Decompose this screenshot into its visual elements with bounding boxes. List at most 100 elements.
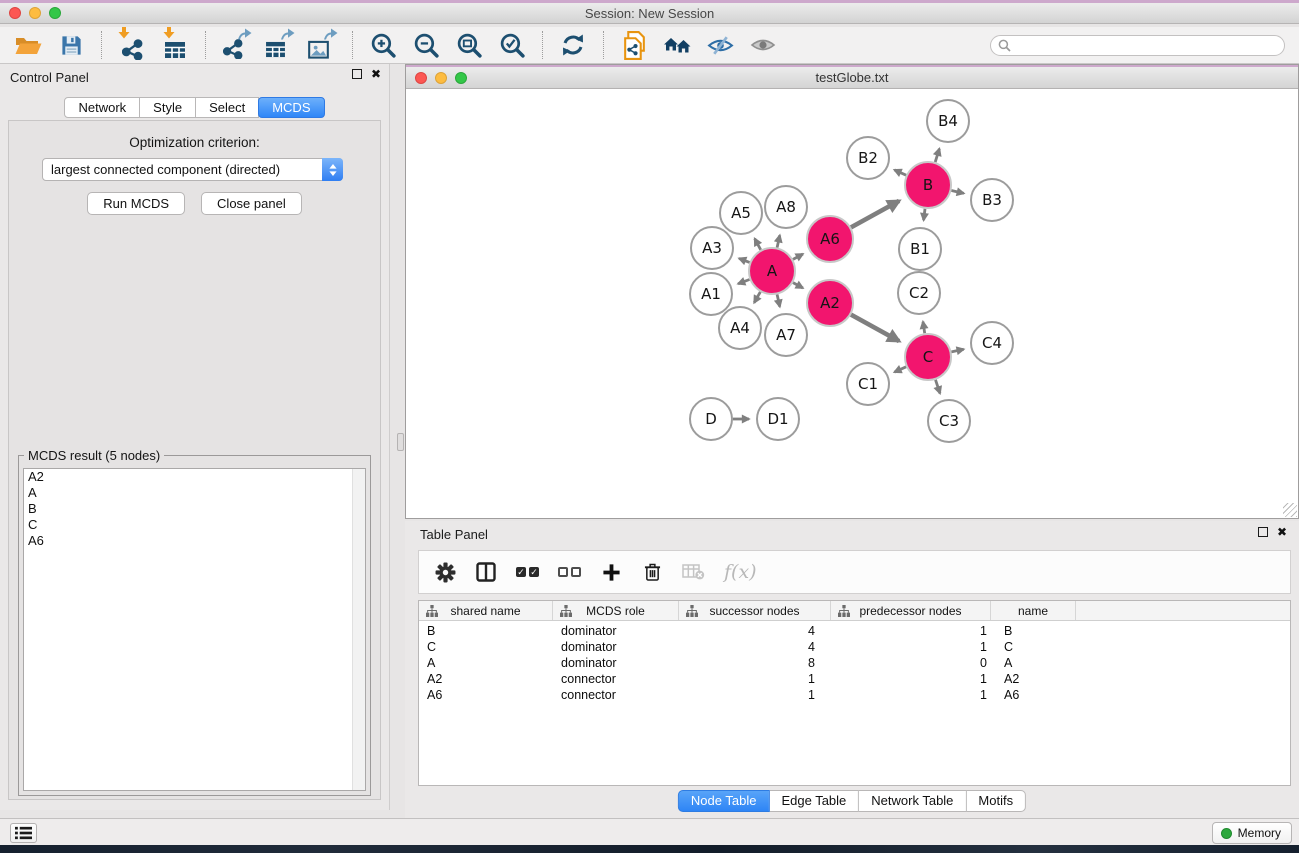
graph-edge[interactable] — [851, 201, 899, 228]
tab-select[interactable]: Select — [196, 97, 259, 118]
column-header-name[interactable]: name — [991, 601, 1076, 620]
criterion-dropdown[interactable]: largest connected component (directed) — [42, 158, 343, 181]
run-mcds-button[interactable]: Run MCDS — [87, 192, 185, 215]
float-table-panel-icon[interactable] — [1258, 527, 1268, 537]
graph-edge[interactable] — [924, 209, 925, 220]
graph-edge[interactable] — [793, 283, 803, 288]
float-panel-icon[interactable] — [352, 69, 362, 79]
result-item[interactable]: A2 — [24, 469, 365, 485]
table-cell[interactable]: 0 — [831, 656, 991, 670]
table-cell[interactable]: 1 — [831, 640, 991, 654]
tab-node-table[interactable]: Node Table — [678, 790, 770, 812]
table-row[interactable]: Bdominator41B — [419, 623, 1290, 639]
table-cell[interactable]: 4 — [679, 624, 831, 638]
graph-node-A4[interactable]: A4 — [719, 307, 761, 349]
graph-edge[interactable] — [935, 149, 939, 162]
network-canvas[interactable]: B4B2BB3A8A5A6A3B1AA1C2A2A4A7C4CC1C3DD1 — [406, 90, 1298, 518]
delete-table-icon[interactable] — [682, 560, 705, 584]
settings-gear-icon[interactable] — [434, 560, 456, 584]
graph-edge[interactable] — [951, 349, 963, 352]
table-cell[interactable]: dominator — [553, 640, 679, 654]
graph-edge[interactable] — [754, 292, 760, 303]
graph-edge[interactable] — [851, 315, 899, 342]
close-table-panel-icon[interactable]: ✖ — [1277, 527, 1287, 537]
graph-node-C[interactable]: C — [905, 334, 951, 380]
graph-edge[interactable] — [739, 258, 750, 262]
show-panel-eye-icon[interactable] — [747, 29, 779, 61]
graph-node-C3[interactable]: C3 — [928, 400, 970, 442]
table-row[interactable]: A2connector11A2 — [419, 671, 1290, 687]
graph-node-A[interactable]: A — [749, 248, 795, 294]
home-icon[interactable] — [661, 29, 693, 61]
table-cell[interactable]: 1 — [831, 688, 991, 702]
split-divider-grip[interactable] — [397, 433, 404, 451]
graph-edge[interactable] — [936, 380, 941, 394]
resize-grip-icon[interactable] — [1283, 503, 1297, 517]
graph-node-C4[interactable]: C4 — [971, 322, 1013, 364]
graph-edge[interactable] — [894, 367, 906, 372]
table-cell[interactable]: 1 — [831, 672, 991, 686]
table-cell[interactable]: B — [419, 624, 553, 638]
graph-node-B1[interactable]: B1 — [899, 228, 941, 270]
graph-node-B4[interactable]: B4 — [927, 100, 969, 142]
network-graph[interactable]: B4B2BB3A8A5A6A3B1AA1C2A2A4A7C4CC1C3DD1 — [406, 90, 1298, 518]
result-item[interactable]: C — [24, 517, 365, 533]
graph-edge[interactable] — [951, 191, 963, 194]
graph-node-A5[interactable]: A5 — [720, 192, 762, 234]
table-cell[interactable]: A6 — [991, 688, 1019, 702]
table-row[interactable]: Adominator80A — [419, 655, 1290, 671]
graph-edge[interactable] — [793, 254, 803, 259]
graph-node-A8[interactable]: A8 — [765, 186, 807, 228]
table-cell[interactable]: connector — [553, 688, 679, 702]
delete-trash-icon[interactable] — [641, 560, 663, 584]
zoom-out-icon[interactable] — [410, 29, 442, 61]
table-row[interactable]: Cdominator41C — [419, 639, 1290, 655]
graph-node-A1[interactable]: A1 — [690, 273, 732, 315]
export-network-icon[interactable] — [220, 29, 252, 61]
save-session-icon[interactable] — [55, 29, 87, 61]
refresh-icon[interactable] — [557, 29, 589, 61]
table-cell[interactable]: 4 — [679, 640, 831, 654]
tab-network-table[interactable]: Network Table — [859, 790, 966, 812]
graph-node-B2[interactable]: B2 — [847, 137, 889, 179]
graph-node-A6[interactable]: A6 — [807, 216, 853, 262]
show-column-panel-icon[interactable] — [475, 560, 497, 584]
search-input[interactable] — [990, 35, 1285, 56]
zoom-fit-icon[interactable] — [453, 29, 485, 61]
graph-edge[interactable] — [894, 170, 906, 175]
import-table-icon[interactable] — [159, 29, 191, 61]
graph-edge[interactable] — [755, 239, 761, 250]
column-header-predecessor-nodes[interactable]: predecessor nodes — [831, 601, 991, 620]
graph-node-C1[interactable]: C1 — [847, 363, 889, 405]
table-cell[interactable]: 1 — [679, 688, 831, 702]
column-header-successor-nodes[interactable]: successor nodes — [679, 601, 831, 620]
export-table-icon[interactable] — [263, 29, 295, 61]
deselect-all-icon[interactable] — [558, 560, 581, 584]
result-item[interactable]: B — [24, 501, 365, 517]
table-cell[interactable]: C — [419, 640, 553, 654]
tab-network[interactable]: Network — [64, 97, 140, 118]
table-cell[interactable]: A2 — [419, 672, 553, 686]
table-row[interactable]: A6connector11A6 — [419, 687, 1290, 703]
export-image-icon[interactable] — [306, 29, 338, 61]
table-cell[interactable]: dominator — [553, 656, 679, 670]
graph-node-C2[interactable]: C2 — [898, 272, 940, 314]
table-cell[interactable]: dominator — [553, 624, 679, 638]
result-item[interactable]: A6 — [24, 533, 365, 549]
table-cell[interactable]: B — [991, 624, 1012, 638]
graph-edge[interactable] — [738, 280, 749, 284]
task-history-button[interactable] — [10, 823, 37, 843]
network-from-file-icon[interactable] — [618, 29, 650, 61]
select-all-icon[interactable]: ✓✓ — [516, 560, 539, 584]
tab-style[interactable]: Style — [140, 97, 196, 118]
table-cell[interactable]: C — [991, 640, 1013, 654]
graph-edge[interactable] — [777, 294, 780, 306]
table-cell[interactable]: A2 — [991, 672, 1019, 686]
zoom-selected-icon[interactable] — [496, 29, 528, 61]
table-cell[interactable]: A — [991, 656, 1012, 670]
column-header-shared-name[interactable]: shared name — [419, 601, 553, 620]
close-panel-button[interactable]: Close panel — [201, 192, 302, 215]
table-cell[interactable]: A — [419, 656, 553, 670]
tab-mcds[interactable]: MCDS — [258, 97, 324, 118]
function-builder-icon[interactable]: f(x) — [724, 560, 757, 584]
